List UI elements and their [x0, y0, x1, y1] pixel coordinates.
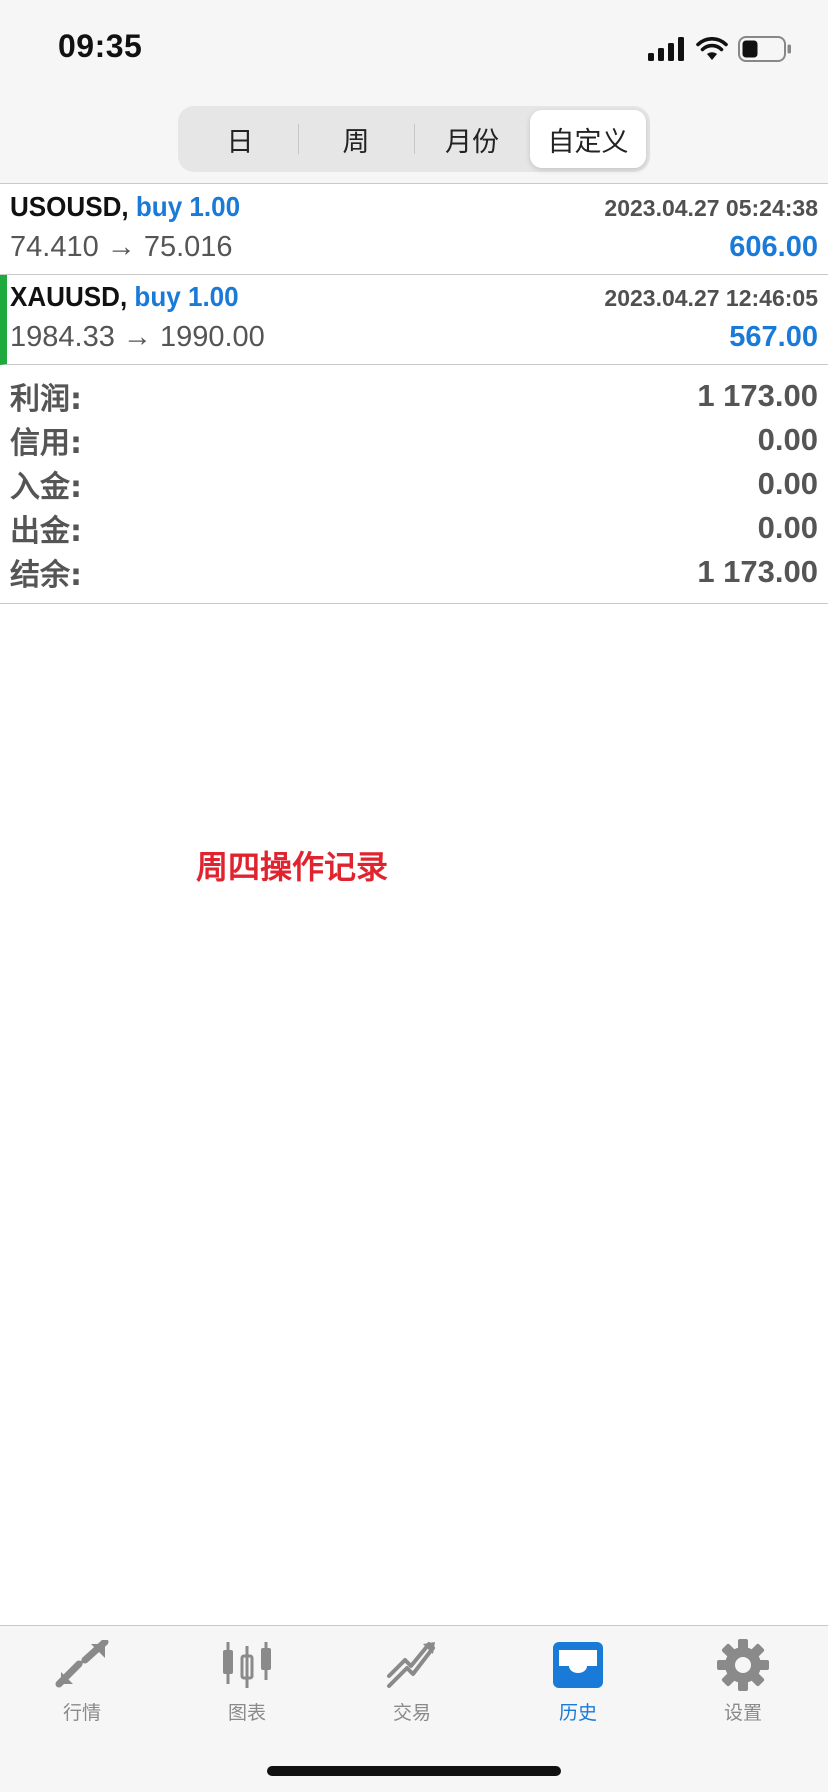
segment-day[interactable]: 日 [182, 110, 298, 168]
deal-datetime: 2023.04.27 05:24:38 [604, 195, 818, 221]
chart-candles-icon [219, 1638, 275, 1692]
period-segmented-control: 日 周 月份 自定义 [178, 106, 650, 172]
summary-panel: 利润: 1 173.00 信用: 0.00 入金: 0.00 出金: 0.00 … [0, 374, 828, 604]
wifi-icon [696, 37, 728, 60]
history-inbox-icon [550, 1638, 606, 1692]
header: 09:35 日 周 月份 自定义 [0, 0, 828, 184]
summary-label: 利润: [10, 382, 82, 417]
tab-trade[interactable]: 交易 [352, 1638, 472, 1728]
deal-title: USOUSD, buy 1.00 [10, 191, 240, 223]
segment-week[interactable]: 周 [298, 110, 414, 168]
home-indicator[interactable] [267, 1766, 561, 1776]
summary-label: 出金: [10, 514, 82, 549]
tab-history[interactable]: 历史 [518, 1638, 638, 1728]
battery-icon [738, 36, 791, 62]
deal-profit: 567.00 [729, 321, 818, 353]
signal-icon [648, 37, 684, 61]
summary-value: 1 173.00 [697, 554, 818, 589]
deal-symbol: XAUUSD, [10, 281, 128, 312]
tab-label: 图表 [227, 1702, 266, 1724]
deal-type: buy 1.00 [135, 191, 241, 222]
deal-title: XAUUSD, buy 1.00 [10, 281, 239, 313]
segment-month[interactable]: 月份 [414, 110, 530, 168]
quotes-icon [54, 1638, 110, 1692]
deal-symbol: USOUSD, [10, 191, 129, 222]
tab-label: 历史 [558, 1702, 597, 1724]
summary-label: 信用: [10, 426, 82, 461]
deal-prices: 74.410 → 75.016 [10, 231, 233, 263]
summary-label: 结余: [10, 558, 82, 593]
deal-row[interactable]: XAUUSD, buy 1.00 2023.04.27 12:46:05 198… [0, 275, 828, 365]
summary-row-withdrawal: 出金: 0.00 [0, 506, 828, 550]
summary-value: 0.00 [757, 466, 818, 501]
gear-icon [715, 1638, 771, 1692]
deal-prices: 1984.33 → 1990.00 [10, 321, 265, 353]
summary-value: 0.00 [757, 510, 818, 545]
annotation-note: 周四操作记录 [196, 848, 389, 886]
tab-label: 设置 [723, 1702, 762, 1724]
summary-row-credit: 信用: 0.00 [0, 418, 828, 462]
status-time: 09:35 [58, 28, 143, 64]
tab-charts[interactable]: 图表 [187, 1638, 307, 1728]
summary-label: 入金: [10, 470, 82, 505]
summary-value: 1 173.00 [697, 378, 818, 413]
tab-label: 交易 [392, 1702, 431, 1724]
summary-row-balance: 结余: 1 173.00 [0, 550, 828, 594]
tab-settings[interactable]: 设置 [683, 1638, 803, 1728]
summary-value: 0.00 [757, 422, 818, 457]
deal-row[interactable]: USOUSD, buy 1.00 2023.04.27 05:24:38 74.… [0, 185, 828, 275]
summary-row-deposit: 入金: 0.00 [0, 462, 828, 506]
summary-row-profit: 利润: 1 173.00 [0, 374, 828, 418]
trade-icon [384, 1638, 440, 1692]
deal-profit: 606.00 [729, 231, 818, 263]
deal-type: buy 1.00 [134, 281, 239, 312]
status-icons [648, 34, 792, 64]
tab-label: 行情 [62, 1702, 101, 1724]
tab-quotes[interactable]: 行情 [22, 1638, 142, 1728]
segment-custom[interactable]: 自定义 [530, 110, 646, 168]
deal-datetime: 2023.04.27 12:46:05 [604, 285, 818, 311]
